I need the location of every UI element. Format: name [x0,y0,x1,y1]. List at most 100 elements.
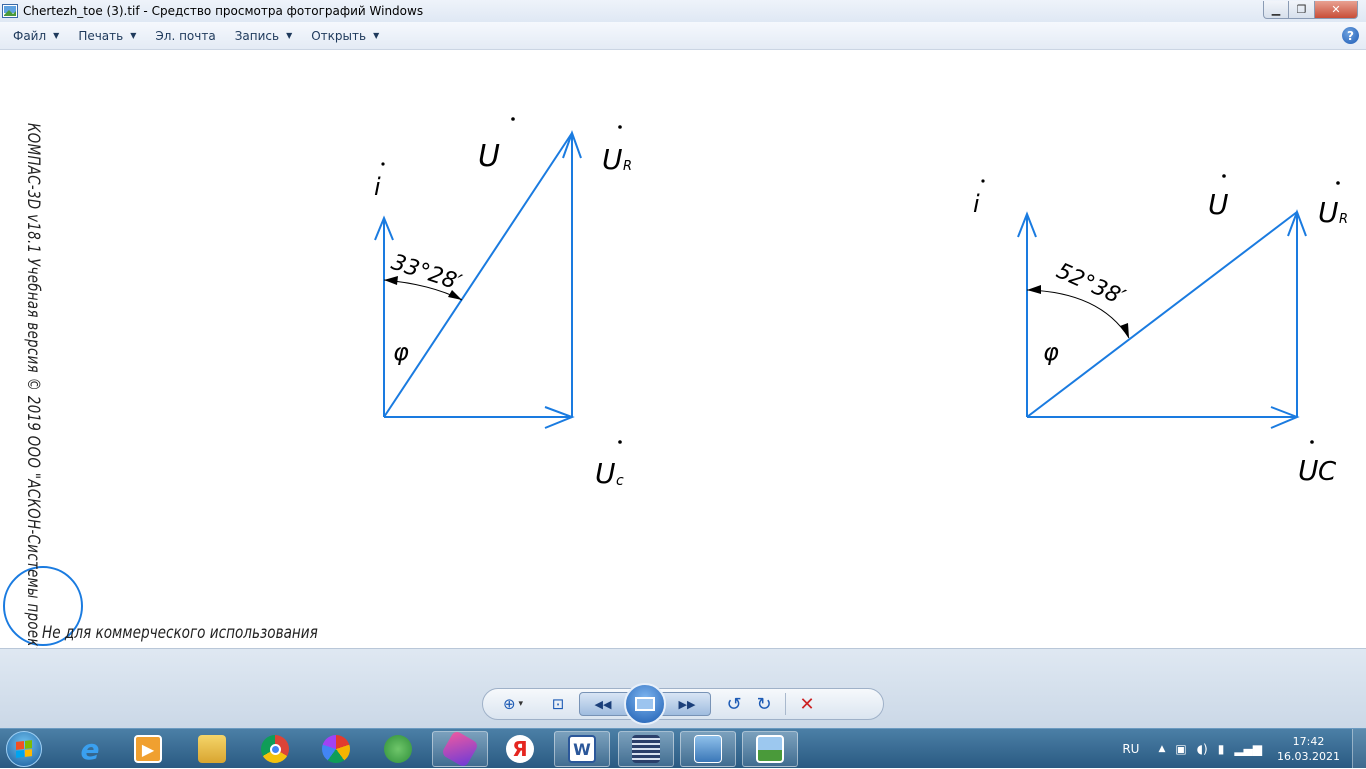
left-ur-subscript: R [623,159,632,174]
right-uc-label: U [1298,454,1319,487]
taskbar-control-panel[interactable] [680,731,736,767]
taskbar-photo-viewer[interactable] [742,731,798,767]
right-u-vector [1026,211,1298,418]
rotate-ccw-icon: ↺ [726,693,742,715]
signal-icon[interactable]: ▂▄▆ [1234,742,1262,756]
previous-button[interactable]: ◀◀ [580,693,626,715]
clock-time: 17:42 [1292,735,1325,748]
non-commercial-watermark: Не для коммерческого использования [42,623,318,643]
show-desktop-button[interactable] [1352,729,1366,769]
taskbar-explorer[interactable] [184,731,240,767]
taskbar-picasa[interactable] [308,731,364,767]
picasa-icon [322,735,350,763]
right-phasor-diagram: 52°38′ φ i U U R U C [973,174,1348,487]
cube-icon [440,729,480,769]
left-i-label: i [374,173,381,201]
right-i-label: i [973,190,980,218]
start-button[interactable] [6,731,42,767]
windows-logo-icon [16,740,32,758]
chevron-down-icon: ▼ [373,31,380,40]
ie-icon: e [80,732,100,766]
zoom-button[interactable]: ⊕ ▾ [493,692,533,716]
navigation-group: ◀◀ ▶▶ [579,683,711,725]
explorer-icon [198,735,226,763]
minimize-button[interactable]: ▁ [1263,1,1289,19]
left-uc-label: U [595,457,616,490]
taskbar-people[interactable] [370,731,426,767]
photo-viewer-app-icon [2,4,18,18]
word-icon: W [568,735,596,763]
photo-viewer-icon [756,735,784,763]
delete-icon: ✕ [799,693,815,715]
menu-burn[interactable]: Запись ▼ [235,29,293,43]
yandex-icon: Я [506,735,534,763]
kompas-vertical-watermark: КОМПАС-3D v18.1 Учебная версия © 2019 ОО… [23,123,43,731]
delete-button[interactable]: ✕ [792,692,822,716]
chevron-down-icon: ▾ [518,699,524,709]
chevron-down-icon: ▼ [286,31,293,40]
maximize-button[interactable]: ❐ [1289,1,1315,19]
taskbar-ie[interactable]: e [62,731,118,767]
left-phasor-diagram: 33°28′ φ i U U R U c [374,117,632,490]
right-ur-dot [1336,181,1340,185]
right-ur-subscript: R [1339,212,1348,227]
control-panel-icon [694,735,722,763]
right-angle-arrow-end [1120,323,1129,338]
volume-icon[interactable]: ◖) [1197,742,1208,756]
phasor-diagram: .vec { stroke: #1a7be0; stroke-width: 2;… [3,117,1348,646]
power-icon[interactable]: ▮ [1218,742,1225,756]
menu-print[interactable]: Печать ▼ [78,29,136,43]
right-ur-label: U [1318,196,1339,229]
left-uc-dot [618,440,622,444]
kompas-icon [632,735,660,763]
left-u-dot [511,117,515,121]
right-uc-subscript: C [1318,457,1337,487]
right-i-dot [981,179,985,183]
menu-file[interactable]: Файл ▼ [13,29,59,43]
media-player-icon: ▶ [134,735,162,763]
rotate-cw-icon: ↻ [756,693,772,715]
slideshow-button[interactable] [624,683,666,725]
close-button[interactable]: ✕ [1315,1,1358,19]
taskbar-kompas[interactable] [618,731,674,767]
viewer-control-bar: ⊕ ▾ ⊡ ◀◀ ▶▶ ↺ ↻ ✕ [0,648,1366,728]
show-hidden-icons-icon[interactable]: ▲ [1158,744,1165,754]
taskbar-cube-app[interactable] [432,729,488,769]
help-icon[interactable]: ? [1342,27,1359,44]
chevron-down-icon: ▼ [130,31,137,40]
rotate-ccw-button[interactable]: ↺ [719,692,749,716]
taskbar-yandex[interactable]: Я [492,731,548,767]
right-u-dot [1222,174,1226,178]
taskbar-word[interactable]: W [554,731,610,767]
left-angle-label: 33°28′ [388,250,464,296]
toolbar-separator [785,693,786,715]
right-phi-label: φ [1043,338,1059,366]
viewer-controls: ⊕ ▾ ⊡ ◀◀ ▶▶ ↺ ↻ ✕ [482,683,884,725]
taskbar-chrome[interactable] [247,731,303,767]
right-uc-dot [1310,440,1314,444]
clock[interactable]: 17:42 16.03.2021 [1277,734,1340,764]
menu-bar: Файл ▼ Печать ▼ Эл. почта Запись ▼ Открыть ▼… [0,22,1366,50]
left-uc-subscript: c [616,473,624,489]
taskbar-media-player[interactable]: ▶ [120,731,176,767]
actual-size-button[interactable]: ⊡ [543,692,573,716]
next-button[interactable]: ▶▶ [664,693,710,715]
left-angle-arrow-start [384,276,398,285]
fit-window-icon: ⊡ [551,695,565,713]
taskbar: e ▶ Я W RU ▲ ▣ ◖) ▮ ▂▄▆ 17:42 16.03.2021 [0,728,1366,769]
rotate-cw-button[interactable]: ↻ [749,692,779,716]
menu-open[interactable]: Открыть ▼ [311,29,379,43]
magnifier-icon: ⊕ [502,695,516,713]
right-u-label: U [1208,188,1229,221]
language-indicator[interactable]: RU [1122,742,1139,756]
title-bar: Chertezh_toe (3).tif - Средство просмотр… [0,0,1366,22]
people-icon [384,735,412,763]
right-angle-label: 52°38′ [1053,259,1129,311]
window-title: Chertezh_toe (3).tif - Средство просмотр… [23,4,424,18]
chrome-icon [261,735,289,763]
image-canvas: .vec { stroke: #1a7be0; stroke-width: 2;… [0,51,1366,731]
left-ur-dot [618,125,622,129]
network-error-icon[interactable]: ▣ [1175,742,1186,756]
menu-email[interactable]: Эл. почта [155,29,215,43]
left-i-dot [381,162,385,166]
